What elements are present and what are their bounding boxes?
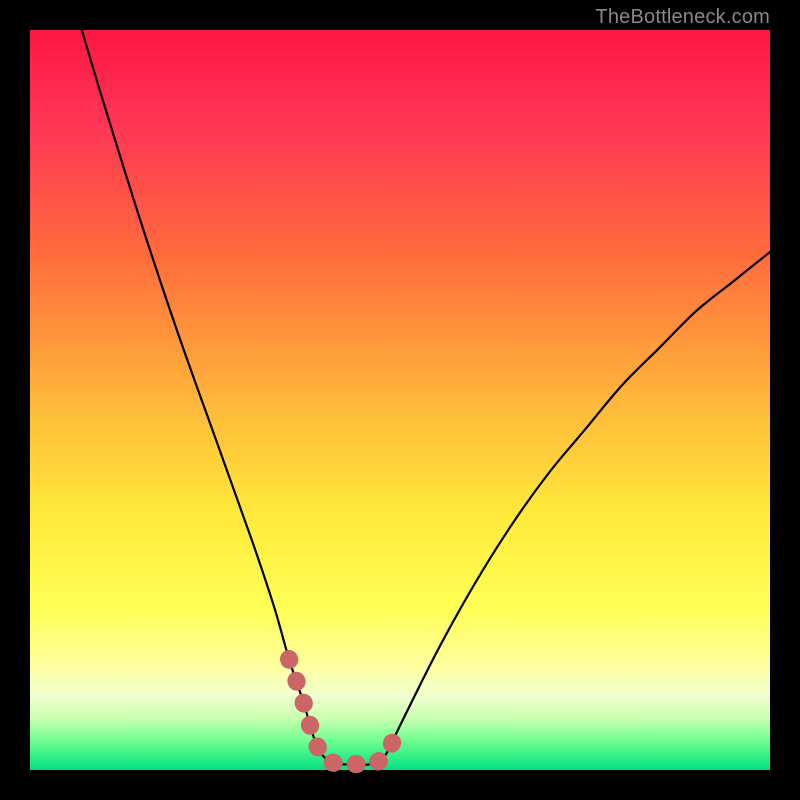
plot-area [30, 30, 770, 770]
watermark-text: TheBottleneck.com [595, 6, 770, 29]
chart-container: TheBottleneck.com [0, 0, 800, 800]
optimal-range-highlight [289, 659, 400, 765]
bottleneck-curve [82, 30, 770, 765]
curve-layer [30, 30, 770, 770]
